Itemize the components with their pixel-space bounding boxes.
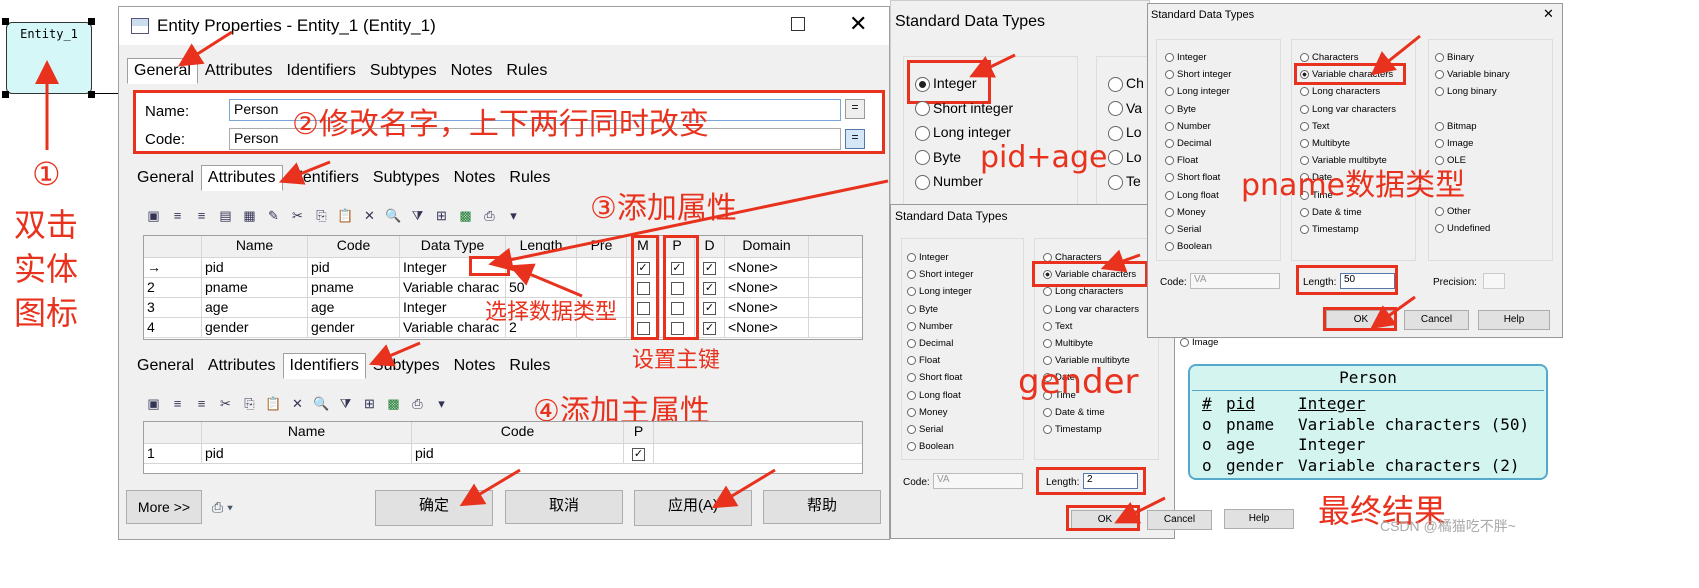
arrow-integer [969, 53, 1016, 78]
arrow-attributes [278, 160, 331, 185]
arrow-pname-ok [1370, 295, 1416, 329]
arrow-add-attr [488, 179, 889, 272]
arrow-general [177, 30, 233, 67]
arrow-identifiers [368, 341, 421, 367]
arrow-ok [459, 468, 521, 507]
arrow-gender-ok [1114, 496, 1166, 524]
arrow-apply [711, 468, 776, 509]
arrow-datatype [508, 263, 583, 298]
arrow-gender-varchar [1100, 249, 1141, 273]
annotation-arrows [35, 30, 1421, 524]
arrow-pname-varchar [1370, 34, 1421, 76]
